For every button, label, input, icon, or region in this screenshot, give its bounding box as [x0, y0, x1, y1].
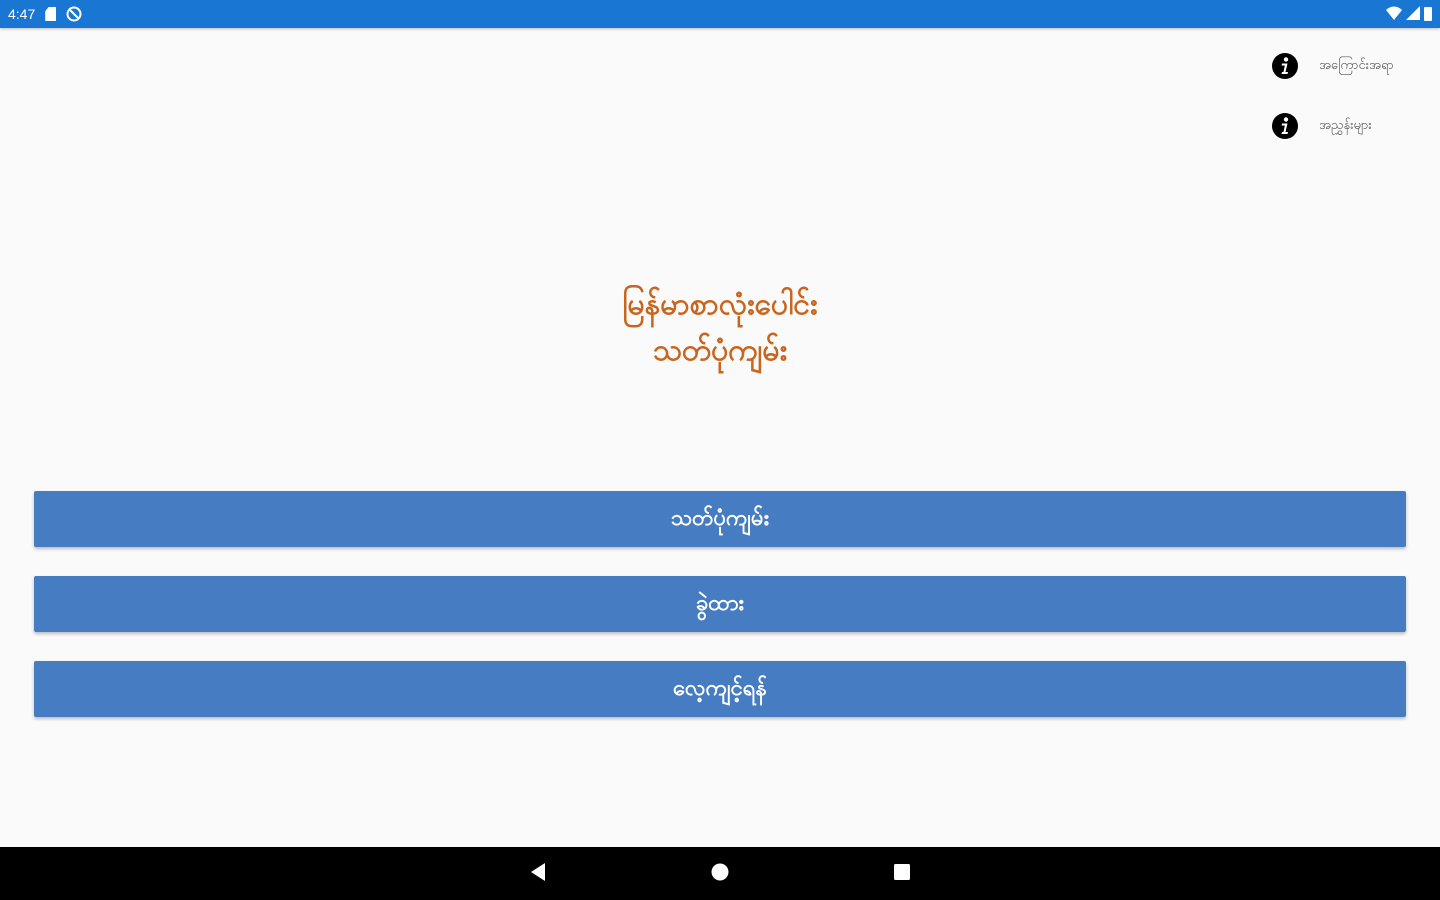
back-button[interactable] [524, 860, 552, 888]
signal-icon [1406, 5, 1420, 24]
status-bar: 4:47 [0, 0, 1440, 28]
status-time: 4:47 [8, 6, 36, 22]
back-icon [529, 862, 547, 886]
status-right [1386, 4, 1432, 24]
home-button[interactable] [706, 860, 734, 888]
menu-help-label: အညွှန်းများ [1319, 117, 1372, 133]
info-icon [1271, 52, 1299, 80]
search-button[interactable]: ခွဲထား [34, 576, 1406, 632]
practice-button[interactable]: လေ့ကျင့်ရန် [34, 661, 1406, 717]
home-icon [710, 862, 730, 886]
blocked-icon [66, 6, 82, 22]
info-icon [1271, 112, 1299, 140]
app-title-line2: သတ်ပုံကျမ်း [652, 333, 788, 368]
navigation-bar [0, 847, 1440, 900]
dictionary-button[interactable]: သတ်ပုံကျမ်း [34, 491, 1406, 547]
battery-icon [1424, 7, 1432, 21]
wifi-icon [1386, 5, 1402, 24]
menu-item-about[interactable]: အကြောင်းအရာ [1271, 52, 1394, 80]
app-title: မြန်မာစာလုံးပေါင်း သတ်ပုံကျမ်း [0, 282, 1440, 374]
recents-icon [893, 863, 911, 885]
recents-button[interactable] [888, 860, 916, 888]
status-left: 4:47 [8, 4, 82, 24]
app-screen: 4:47 အကြောင်းအရာ အညွှန်းများ မြန်မာစာလုံ… [0, 0, 1440, 900]
app-title-line1: မြန်မာစာလုံးပေါင်း [622, 287, 818, 322]
menu-about-label: အကြောင်းအရာ [1319, 57, 1394, 73]
sd-card-icon [45, 7, 57, 21]
menu-item-help[interactable]: အညွှန်းများ [1271, 112, 1372, 140]
